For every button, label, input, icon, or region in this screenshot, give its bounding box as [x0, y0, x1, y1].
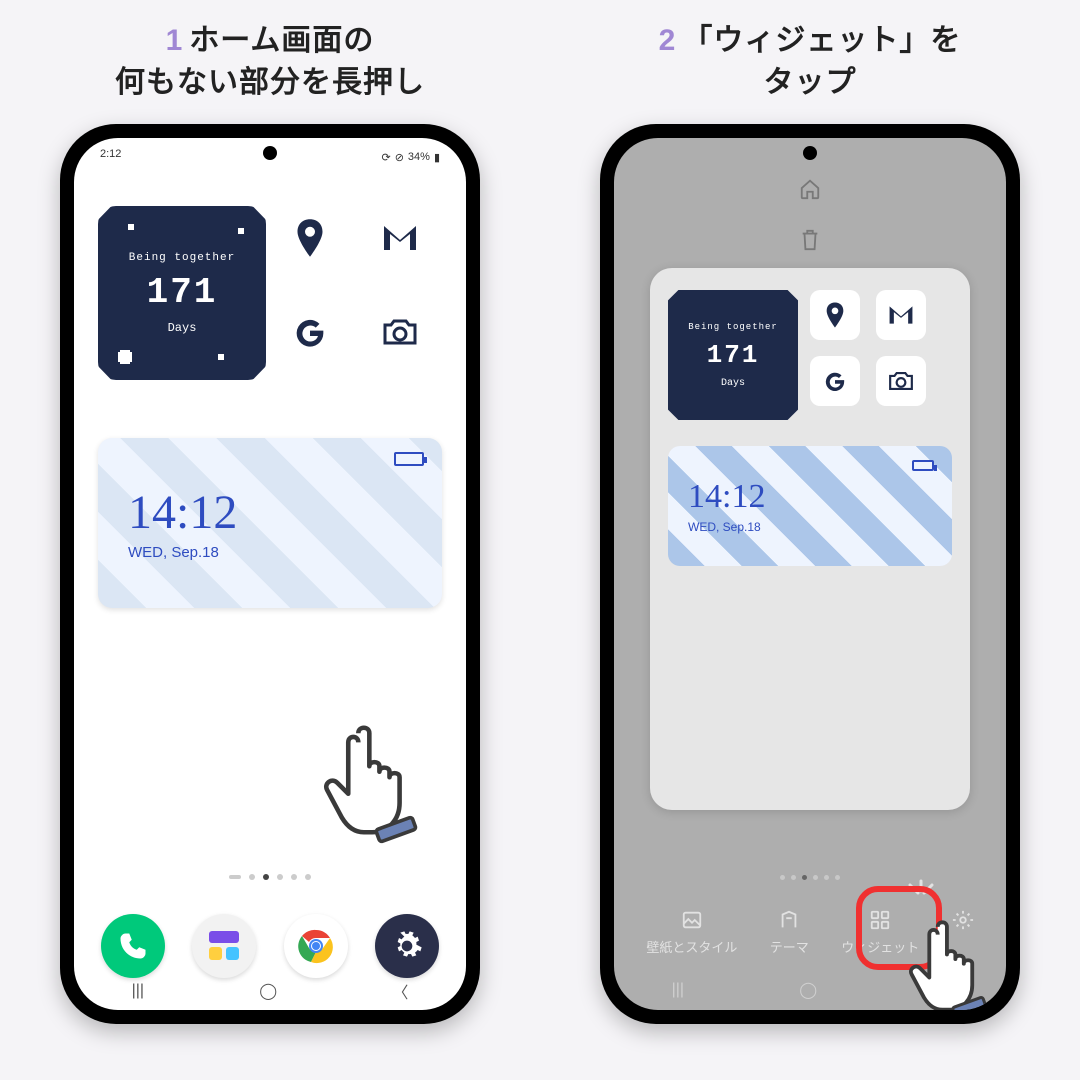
- step1-number: 1: [166, 24, 184, 57]
- clock-time: 14:12: [128, 485, 442, 540]
- edit-top-bar: [614, 178, 1006, 220]
- mail-icon[interactable]: [876, 290, 926, 340]
- camera-icon[interactable]: [372, 304, 428, 360]
- android-navbar: ||| ◯ 〈: [74, 978, 466, 1004]
- step2-number: 2: [659, 24, 677, 57]
- battery-icon: [394, 452, 424, 466]
- page-indicator: [614, 875, 1006, 880]
- mail-icon[interactable]: [372, 210, 428, 266]
- app-icons: [282, 210, 442, 384]
- trash-icon[interactable]: [799, 228, 821, 257]
- phone-app[interactable]: [101, 914, 165, 978]
- home-button[interactable]: ◯: [259, 981, 277, 1001]
- recent-apps-button[interactable]: |||: [672, 981, 684, 999]
- do-not-disturb-icon: ⊘: [395, 151, 404, 164]
- days-together-widget-mini[interactable]: Being together 171 Days: [668, 290, 798, 420]
- widgets-app[interactable]: [192, 914, 256, 978]
- clock-widget-mini[interactable]: 14:12 WED, Sep.18: [668, 446, 952, 566]
- phone-frame-1: 2:12 ⟳ ⊘ 34% ▮ Being together 171 Days: [60, 124, 480, 1024]
- map-pin-icon[interactable]: [282, 210, 338, 266]
- google-icon[interactable]: [282, 304, 338, 360]
- clock-widget[interactable]: 14:12 WED, Sep.18: [98, 438, 442, 608]
- phone-frame-2: Being together 171 Days: [600, 124, 1020, 1024]
- step-2: 2「ウィジェット」を タップ Being together 171 Days: [570, 20, 1050, 1050]
- camera-notch: [803, 146, 817, 160]
- settings-app[interactable]: [375, 914, 439, 978]
- camera-notch: [263, 146, 277, 160]
- home-button[interactable]: ◯: [799, 980, 817, 1000]
- dock: [74, 914, 466, 978]
- page-indicator: [74, 874, 466, 880]
- tap-hand-icon: [904, 916, 996, 1010]
- home-page-preview[interactable]: Being together 171 Days: [650, 268, 970, 810]
- step1-title: 1ホーム画面の 何もない部分を長押し: [115, 20, 425, 104]
- chrome-app[interactable]: [284, 914, 348, 978]
- widget-row: Being together 171 Days: [98, 206, 442, 384]
- home-edit-screen[interactable]: Being together 171 Days: [614, 138, 1006, 1010]
- step-1: 1ホーム画面の 何もない部分を長押し 2:12 ⟳ ⊘ 34% ▮ Being …: [30, 20, 510, 1050]
- wifi-icon: ⟳: [381, 151, 390, 164]
- status-time: 2:12: [100, 148, 121, 166]
- home-outline-icon: [799, 178, 821, 200]
- camera-icon[interactable]: [876, 356, 926, 406]
- step2-title: 2「ウィジェット」を タップ: [659, 20, 962, 104]
- back-button[interactable]: 〈: [392, 979, 408, 1003]
- days-together-widget[interactable]: Being together 171 Days: [98, 206, 266, 380]
- clock-date: WED, Sep.18: [128, 544, 442, 561]
- themes-button[interactable]: テーマ: [770, 909, 809, 956]
- tap-hand-icon: [318, 720, 428, 840]
- recent-apps-button[interactable]: |||: [132, 982, 144, 1000]
- wallpaper-button[interactable]: 壁紙とスタイル: [646, 909, 737, 956]
- map-pin-icon[interactable]: [810, 290, 860, 340]
- battery-text: 34%: [408, 151, 430, 163]
- battery-icon: ▮: [434, 151, 440, 164]
- battery-icon: [912, 460, 934, 471]
- google-icon[interactable]: [810, 356, 860, 406]
- home-screen[interactable]: 2:12 ⟳ ⊘ 34% ▮ Being together 171 Days: [74, 138, 466, 1010]
